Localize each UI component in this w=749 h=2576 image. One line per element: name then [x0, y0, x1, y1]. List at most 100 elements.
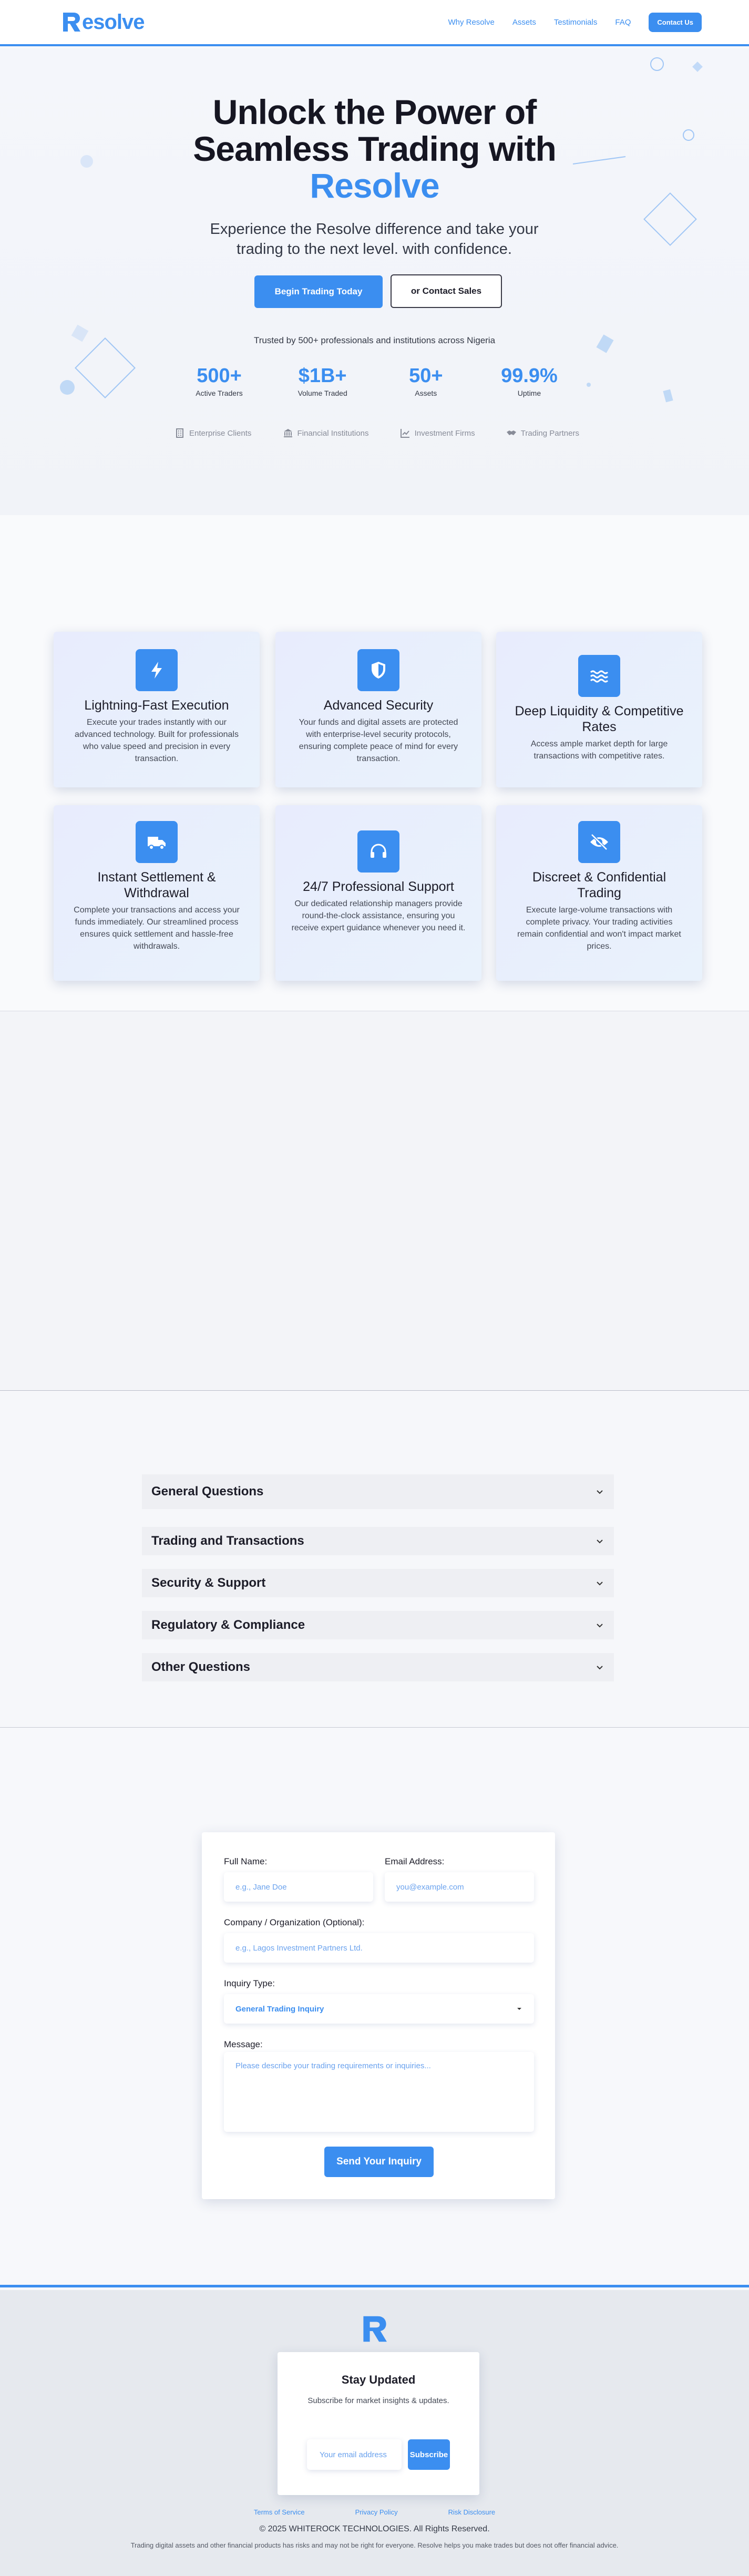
- newsletter-title: Stay Updated: [341, 2373, 416, 2386]
- company-input[interactable]: e.g., Lagos Investment Partners Ltd.: [224, 1933, 534, 1963]
- stat-value: 500+: [197, 365, 242, 387]
- nav-link-faq[interactable]: FAQ: [615, 18, 631, 27]
- footer-links: Terms of Service Privacy Policy Risk Dis…: [0, 2508, 749, 2516]
- stat-label: Volume Traded: [297, 389, 347, 397]
- waves-icon: [578, 655, 620, 697]
- stats-row: 500+ Active Traders $1B+ Volume Traded 50+…: [175, 364, 574, 397]
- empty-section: [0, 1011, 749, 1391]
- contact-us-button[interactable]: Contact Us: [649, 12, 702, 32]
- faq-item-regulatory-compliance[interactable]: Regulatory & Compliance: [142, 1611, 614, 1639]
- chevron-down-icon: [597, 1540, 603, 1544]
- footer: Stay Updated Subscribe for market insigh…: [0, 2290, 749, 2576]
- full-name-label: Full Name:: [224, 1856, 268, 1866]
- contact-sales-button[interactable]: or Contact Sales: [391, 274, 502, 308]
- feature-title: Deep Liquidity & Competitive Rates: [515, 704, 684, 734]
- hero-section: Unlock the Power of Seamless Trading wit…: [0, 48, 749, 515]
- partner-enterprise-clients: Enterprise Clients: [175, 428, 251, 438]
- feature-text: Our dedicated relationship managers prov…: [291, 899, 466, 932]
- feature-title: Discreet & Confidential Trading: [532, 870, 666, 900]
- stat-label: Uptime: [517, 389, 541, 397]
- partner-label: Trading Partners: [520, 428, 579, 438]
- company-label: Company / Organization (Optional):: [224, 1917, 365, 1927]
- full-name-input[interactable]: e.g., Jane Doe: [224, 1872, 373, 1902]
- stat-label: Assets: [415, 389, 437, 397]
- faq-section: General Questions Trading and Transactio…: [0, 1391, 749, 1728]
- features-section: Lightning-Fast Execution Execute your tr…: [0, 515, 749, 1011]
- begin-trading-button[interactable]: Begin Trading Today: [254, 275, 383, 308]
- faq-question: Trading and Transactions: [151, 1534, 304, 1548]
- email-input[interactable]: you@example.com: [385, 1872, 534, 1902]
- feature-card: Deep Liquidity & Competitive Rates Acces…: [496, 632, 702, 787]
- logo[interactable]: esolve: [62, 11, 145, 34]
- stat-assets: 50+ Assets: [381, 364, 470, 397]
- newsletter-email-input[interactable]: Your email address: [307, 2439, 402, 2470]
- feature-text: Access ample market depth for large tran…: [530, 740, 668, 761]
- hero-subtitle: Experience the Resolve difference and ta…: [210, 221, 539, 258]
- feature-card: Instant Settlement & Withdrawal Complete…: [54, 805, 260, 981]
- handshake-icon: [506, 430, 516, 435]
- logo-text: esolve: [82, 10, 145, 34]
- inquiry-type-select[interactable]: General Trading Inquiry: [224, 1994, 534, 2024]
- partner-financial-institutions: Financial Institutions: [283, 428, 369, 438]
- eye-slash-icon: [578, 821, 620, 863]
- feature-text: Execute your trades instantly with our a…: [75, 718, 239, 763]
- feature-card: Discreet & Confidential Trading Execute …: [496, 805, 702, 981]
- hero-title-accent: Resolve: [310, 166, 439, 205]
- faq-item-trading-and-transactions[interactable]: Trading and Transactions: [142, 1527, 614, 1555]
- partner-label: Financial Institutions: [297, 428, 369, 438]
- faq-question: General Questions: [151, 1484, 264, 1499]
- feature-text: Execute large-volume transactions with c…: [517, 906, 681, 951]
- subscribe-button[interactable]: Subscribe: [408, 2439, 450, 2470]
- chevron-down-icon: [597, 1666, 603, 1670]
- newsletter-card: Stay Updated Subscribe for market insigh…: [278, 2352, 479, 2495]
- inquiry-type-value: General Trading Inquiry: [235, 2004, 324, 2014]
- faq-item-general-questions[interactable]: General Questions: [142, 1474, 614, 1509]
- nav-links: Why Resolve Assets Testimonials FAQ Cont…: [448, 12, 702, 32]
- chart-line-icon: [400, 429, 409, 438]
- logo-r-icon: [63, 13, 80, 32]
- nav-link-assets[interactable]: Assets: [512, 18, 536, 27]
- privacy-link[interactable]: Privacy Policy: [355, 2508, 398, 2516]
- shield-icon: [357, 649, 399, 691]
- feature-title: Lightning-Fast Execution: [84, 698, 229, 713]
- message-label: Message:: [224, 2039, 263, 2049]
- feature-card: Lightning-Fast Execution Execute your tr…: [54, 632, 260, 787]
- chevron-down-icon: [597, 1582, 603, 1586]
- stat-value: 99.9%: [501, 365, 558, 387]
- feature-title: Instant Settlement & Withdrawal: [97, 870, 216, 900]
- terms-link[interactable]: Terms of Service: [254, 2508, 305, 2516]
- hero-title: Unlock the Power of Seamless Trading wit…: [0, 94, 749, 204]
- faq-question: Regulatory & Compliance: [151, 1618, 305, 1632]
- copyright: © 2025 WHITEROCK TECHNOLOGIES. All Right…: [259, 2524, 490, 2533]
- building-icon: [176, 428, 183, 438]
- truck-icon: [136, 821, 178, 863]
- send-inquiry-button[interactable]: Send Your Inquiry: [324, 2147, 434, 2177]
- contact-section: Full Name: e.g., Jane Doe Email Address:…: [0, 1728, 749, 2287]
- nav-link-testimonials[interactable]: Testimonials: [554, 18, 598, 27]
- faq-item-other-questions[interactable]: Other Questions: [142, 1653, 614, 1681]
- disclaimer: Trading digital assets and other financi…: [130, 2541, 619, 2549]
- top-navbar: esolve Why Resolve Assets Testimonials F…: [0, 0, 749, 46]
- inquiry-type-label: Inquiry Type:: [224, 1978, 275, 1988]
- faq-question: Other Questions: [151, 1660, 251, 1674]
- footer-logo-icon[interactable]: [361, 2315, 389, 2343]
- trust-text: Trusted by 500+ professionals and instit…: [253, 335, 496, 345]
- stat-volume-traded: $1B+ Volume Traded: [278, 364, 367, 397]
- caret-down-icon: [517, 2008, 521, 2010]
- stat-label: Active Traders: [196, 389, 243, 397]
- stat-value: 50+: [409, 365, 443, 387]
- partner-logos: Enterprise Clients Financial Institution…: [175, 428, 579, 438]
- newsletter-text: Subscribe for market insights & updates.: [307, 2396, 449, 2405]
- nav-link-why-resolve[interactable]: Why Resolve: [448, 18, 494, 27]
- chevron-down-icon: [597, 1490, 603, 1494]
- faq-item-security-support[interactable]: Security & Support: [142, 1569, 614, 1597]
- risk-disclosure-link[interactable]: Risk Disclosure: [448, 2508, 496, 2516]
- hero-title-line1: Unlock the Power of: [212, 93, 537, 131]
- partner-label: Enterprise Clients: [189, 428, 252, 438]
- feature-title: Advanced Security: [323, 698, 434, 713]
- message-textarea[interactable]: Please describe your trading requirement…: [224, 2052, 534, 2132]
- feature-text: Your funds and digital assets are protec…: [299, 718, 458, 763]
- bolt-icon: [136, 649, 178, 691]
- email-label: Email Address:: [385, 1856, 445, 1866]
- feature-card: 24/7 Professional Support Our dedicated …: [275, 805, 481, 981]
